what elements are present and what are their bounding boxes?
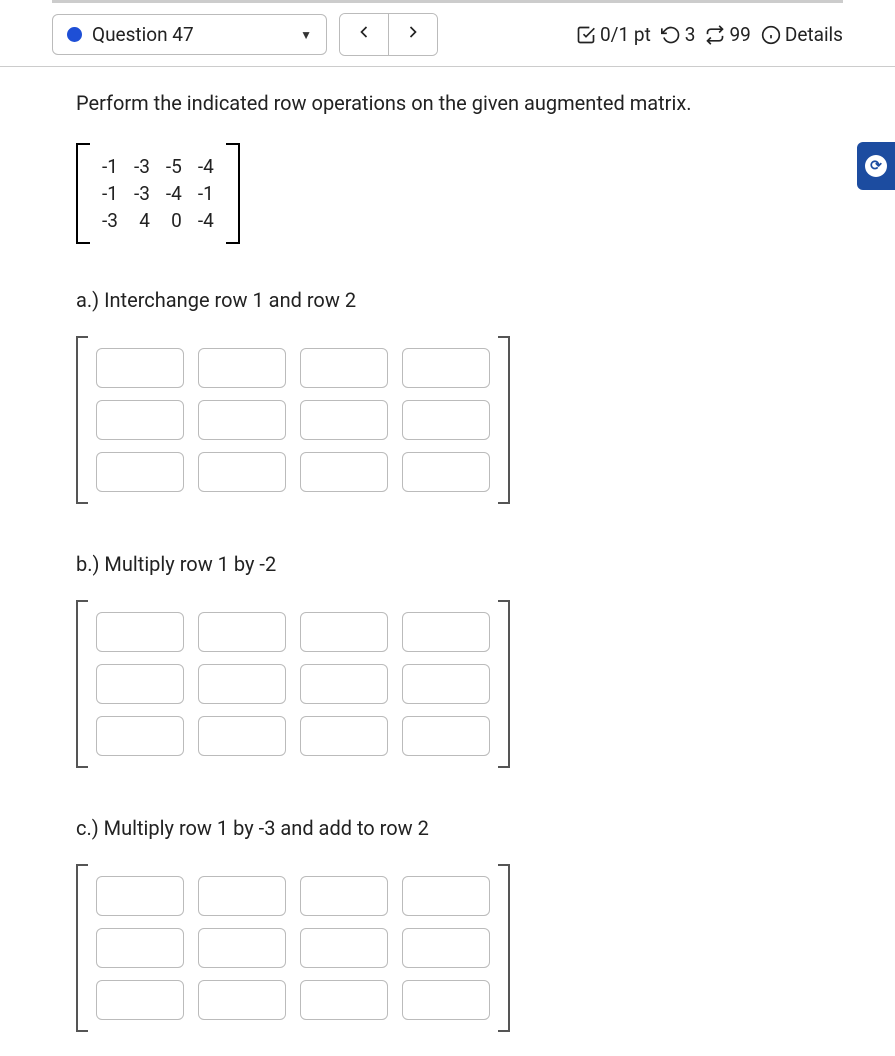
matrix-input-c-1-3[interactable]: [402, 928, 490, 968]
retries-display: 3: [661, 23, 696, 46]
prev-question-button[interactable]: [340, 14, 389, 55]
matrix-input-a-1-3[interactable]: [402, 400, 490, 440]
input-row: [96, 664, 490, 704]
part-a-matrix: [76, 336, 510, 504]
matrix-input-b-2-3[interactable]: [402, 716, 490, 756]
matrix-input-a-2-2[interactable]: [300, 452, 388, 492]
matrix-input-b-1-0[interactable]: [96, 664, 184, 704]
matrix-input-a-2-0[interactable]: [96, 452, 184, 492]
attempts-display: 99: [705, 23, 750, 46]
matrix-input-c-2-3[interactable]: [402, 980, 490, 1020]
matrix-input-c-2-2[interactable]: [300, 980, 388, 1020]
matrix-cell: -4: [190, 153, 222, 180]
refresh-icon: [705, 25, 725, 45]
matrix-input-b-1-3[interactable]: [402, 664, 490, 704]
input-row: [96, 400, 490, 440]
matrix-input-c-2-1[interactable]: [198, 980, 286, 1020]
question-content: Perform the indicated row operations on …: [0, 67, 895, 1056]
details-button[interactable]: Details: [761, 23, 843, 46]
matrix-input-c-0-3[interactable]: [402, 876, 490, 916]
matrix-input-a-0-1[interactable]: [198, 348, 286, 388]
matrix-input-c-1-2[interactable]: [300, 928, 388, 968]
chevron-right-icon: [403, 22, 423, 42]
instruction-text: Perform the indicated row operations on …: [76, 91, 843, 115]
matrix-input-c-2-0[interactable]: [96, 980, 184, 1020]
matrix-input-a-0-0[interactable]: [96, 348, 184, 388]
checkbox-icon: [576, 25, 596, 45]
matrix-input-a-2-1[interactable]: [198, 452, 286, 492]
question-selector-dropdown[interactable]: Question 47 ▼: [52, 14, 327, 55]
input-row: [96, 928, 490, 968]
matrix-input-a-0-2[interactable]: [300, 348, 388, 388]
part-c-matrix: [76, 864, 510, 1032]
status-dot-icon: [67, 27, 82, 42]
matrix-cell: -3: [94, 207, 126, 234]
score-text: 0/1 pt: [600, 23, 651, 46]
chevron-left-icon: [354, 22, 374, 42]
matrix-cell: -3: [126, 180, 158, 207]
question-header: Question 47 ▼ 0/1 pt 3 99 Details: [0, 3, 895, 67]
matrix-input-b-2-1[interactable]: [198, 716, 286, 756]
given-matrix: -1 -3 -5 -4 -1 -3 -4 -1 -3 4 0 -4: [76, 143, 240, 244]
matrix-input-b-2-2[interactable]: [300, 716, 388, 756]
input-row: [96, 612, 490, 652]
matrix-input-b-1-2[interactable]: [300, 664, 388, 704]
matrix-input-c-0-0[interactable]: [96, 876, 184, 916]
matrix-input-b-0-1[interactable]: [198, 612, 286, 652]
matrix-cell: -1: [94, 153, 126, 180]
matrix-input-a-1-0[interactable]: [96, 400, 184, 440]
input-row: [96, 716, 490, 756]
chevron-down-icon: ▼: [300, 28, 312, 42]
matrix-input-b-1-1[interactable]: [198, 664, 286, 704]
matrix-cell: -4: [190, 207, 222, 234]
score-display: 0/1 pt: [576, 23, 651, 46]
help-side-tab[interactable]: ⟳: [857, 142, 895, 190]
matrix-input-b-0-3[interactable]: [402, 612, 490, 652]
matrix-input-a-1-1[interactable]: [198, 400, 286, 440]
matrix-input-c-0-1[interactable]: [198, 876, 286, 916]
matrix-input-b-0-2[interactable]: [300, 612, 388, 652]
input-row: [96, 452, 490, 492]
input-row: [96, 980, 490, 1020]
part-c-label: c.) Multiply row 1 by -3 and add to row …: [76, 816, 843, 840]
header-left: Question 47 ▼: [52, 13, 438, 56]
help-icon: ⟳: [865, 155, 887, 177]
next-question-button[interactable]: [389, 14, 437, 55]
matrix-input-c-1-0[interactable]: [96, 928, 184, 968]
matrix-input-a-1-2[interactable]: [300, 400, 388, 440]
undo-icon: [661, 25, 681, 45]
header-right: 0/1 pt 3 99 Details: [576, 23, 843, 46]
details-label: Details: [785, 23, 843, 46]
nav-button-group: [339, 13, 438, 56]
attempts-text: 99: [729, 23, 750, 46]
info-icon: [761, 25, 781, 45]
matrix-input-c-1-1[interactable]: [198, 928, 286, 968]
matrix-row: -3 4 0 -4: [94, 207, 222, 234]
matrix-input-b-2-0[interactable]: [96, 716, 184, 756]
retries-text: 3: [685, 23, 696, 46]
matrix-cell: -4: [158, 180, 190, 207]
matrix-input-a-2-3[interactable]: [402, 452, 490, 492]
matrix-row: -1 -3 -4 -1: [94, 180, 222, 207]
matrix-input-b-0-0[interactable]: [96, 612, 184, 652]
matrix-cell: 0: [158, 207, 190, 234]
question-number-label: Question 47: [92, 23, 194, 46]
matrix-cell: -3: [126, 153, 158, 180]
part-a-label: a.) Interchange row 1 and row 2: [76, 288, 843, 312]
part-b-matrix: [76, 600, 510, 768]
matrix-cell: -1: [94, 180, 126, 207]
matrix-cell: 4: [126, 207, 158, 234]
matrix-row: -1 -3 -5 -4: [94, 153, 222, 180]
matrix-cell: -1: [190, 180, 222, 207]
matrix-cell: -5: [158, 153, 190, 180]
input-row: [96, 876, 490, 916]
input-row: [96, 348, 490, 388]
part-b-label: b.) Multiply row 1 by -2: [76, 552, 843, 576]
matrix-input-c-0-2[interactable]: [300, 876, 388, 916]
matrix-input-a-0-3[interactable]: [402, 348, 490, 388]
